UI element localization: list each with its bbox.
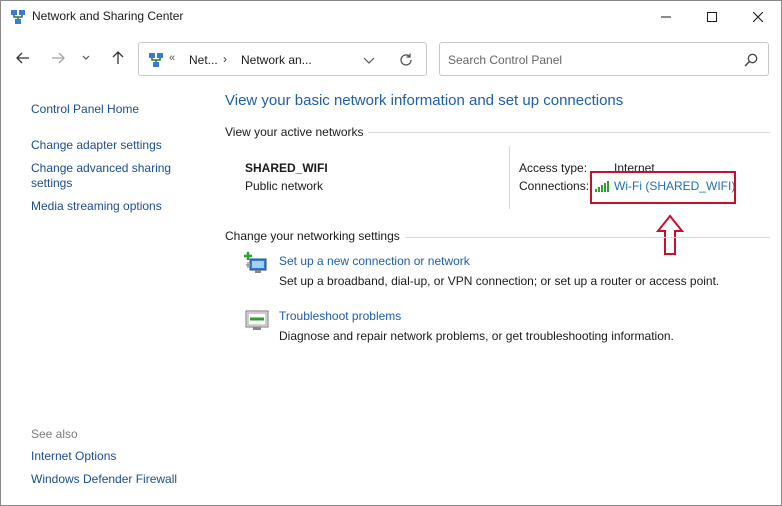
- maximize-icon: [707, 11, 717, 22]
- arrow-up-annotation-icon: [656, 214, 684, 255]
- minimize-icon: [661, 16, 671, 17]
- breadcrumb-segment[interactable]: Network an...: [241, 53, 312, 67]
- breadcrumb-overflow[interactable]: «: [169, 52, 175, 64]
- navigation-bar: « Net... › Network an... Search Control …: [1, 39, 781, 79]
- recent-locations-button[interactable]: [78, 47, 94, 69]
- arrow-right-icon: [52, 52, 65, 64]
- search-box[interactable]: Search Control Panel: [439, 42, 769, 76]
- address-bar[interactable]: « Net... › Network an...: [138, 42, 427, 76]
- search-icon[interactable]: [743, 52, 759, 68]
- forward-button[interactable]: [47, 47, 69, 69]
- see-also-internet-options[interactable]: Internet Options: [31, 449, 116, 464]
- chevron-down-icon: [82, 55, 90, 60]
- close-icon: [753, 11, 763, 22]
- breadcrumb-separator[interactable]: ›: [223, 52, 227, 66]
- troubleshoot-description: Diagnose and repair network problems, or…: [279, 329, 674, 343]
- sidebar-item-media-streaming[interactable]: Media streaming options: [31, 199, 162, 214]
- sidebar-item-control-panel-home[interactable]: Control Panel Home: [31, 102, 139, 117]
- see-also-heading: See also: [31, 427, 78, 441]
- title-bar: Network and Sharing Center: [1, 1, 781, 32]
- network-type-link[interactable]: Public network: [245, 179, 323, 193]
- window-title: Network and Sharing Center: [32, 9, 184, 23]
- back-button[interactable]: [12, 47, 34, 69]
- sidebar-item-change-advanced-sharing[interactable]: Change advanced sharing settings: [31, 161, 181, 191]
- highlight-annotation-box: [590, 171, 736, 204]
- search-input[interactable]: Search Control Panel: [448, 53, 562, 67]
- network-divider: [509, 146, 510, 209]
- chevron-down-icon[interactable]: [361, 52, 377, 68]
- section-divider: [368, 132, 770, 133]
- network-sharing-window: Network and Sharing Center « Net... › Ne…: [0, 0, 782, 506]
- breadcrumb-segment[interactable]: Net...: [189, 53, 218, 67]
- minimize-button[interactable]: [643, 1, 689, 32]
- setup-connection-link[interactable]: Set up a new connection or network: [279, 254, 470, 268]
- troubleshoot-icon: [245, 310, 269, 330]
- arrow-left-icon: [16, 52, 29, 64]
- new-connection-icon: [244, 252, 267, 273]
- maximize-button[interactable]: [689, 1, 735, 32]
- see-also-windows-firewall[interactable]: Windows Defender Firewall: [31, 472, 177, 487]
- access-type-label: Access type:: [519, 161, 588, 175]
- networking-settings-heading: Change your networking settings: [225, 229, 400, 243]
- section-divider: [405, 237, 770, 238]
- setup-connection-description: Set up a broadband, dial-up, or VPN conn…: [279, 274, 720, 288]
- refresh-icon[interactable]: [398, 52, 414, 68]
- close-button[interactable]: [735, 1, 781, 32]
- active-networks-heading: View your active networks: [225, 125, 364, 139]
- network-icon: [11, 10, 25, 24]
- network-name: SHARED_WIFI: [245, 161, 328, 175]
- arrow-up-icon: [112, 51, 124, 64]
- sidebar-item-change-adapter-settings[interactable]: Change adapter settings: [31, 138, 162, 153]
- page-title: View your basic network information and …: [225, 92, 624, 109]
- troubleshoot-link[interactable]: Troubleshoot problems: [279, 309, 401, 323]
- network-icon: [149, 53, 163, 67]
- up-button[interactable]: [107, 47, 129, 69]
- connections-label: Connections:: [519, 179, 590, 193]
